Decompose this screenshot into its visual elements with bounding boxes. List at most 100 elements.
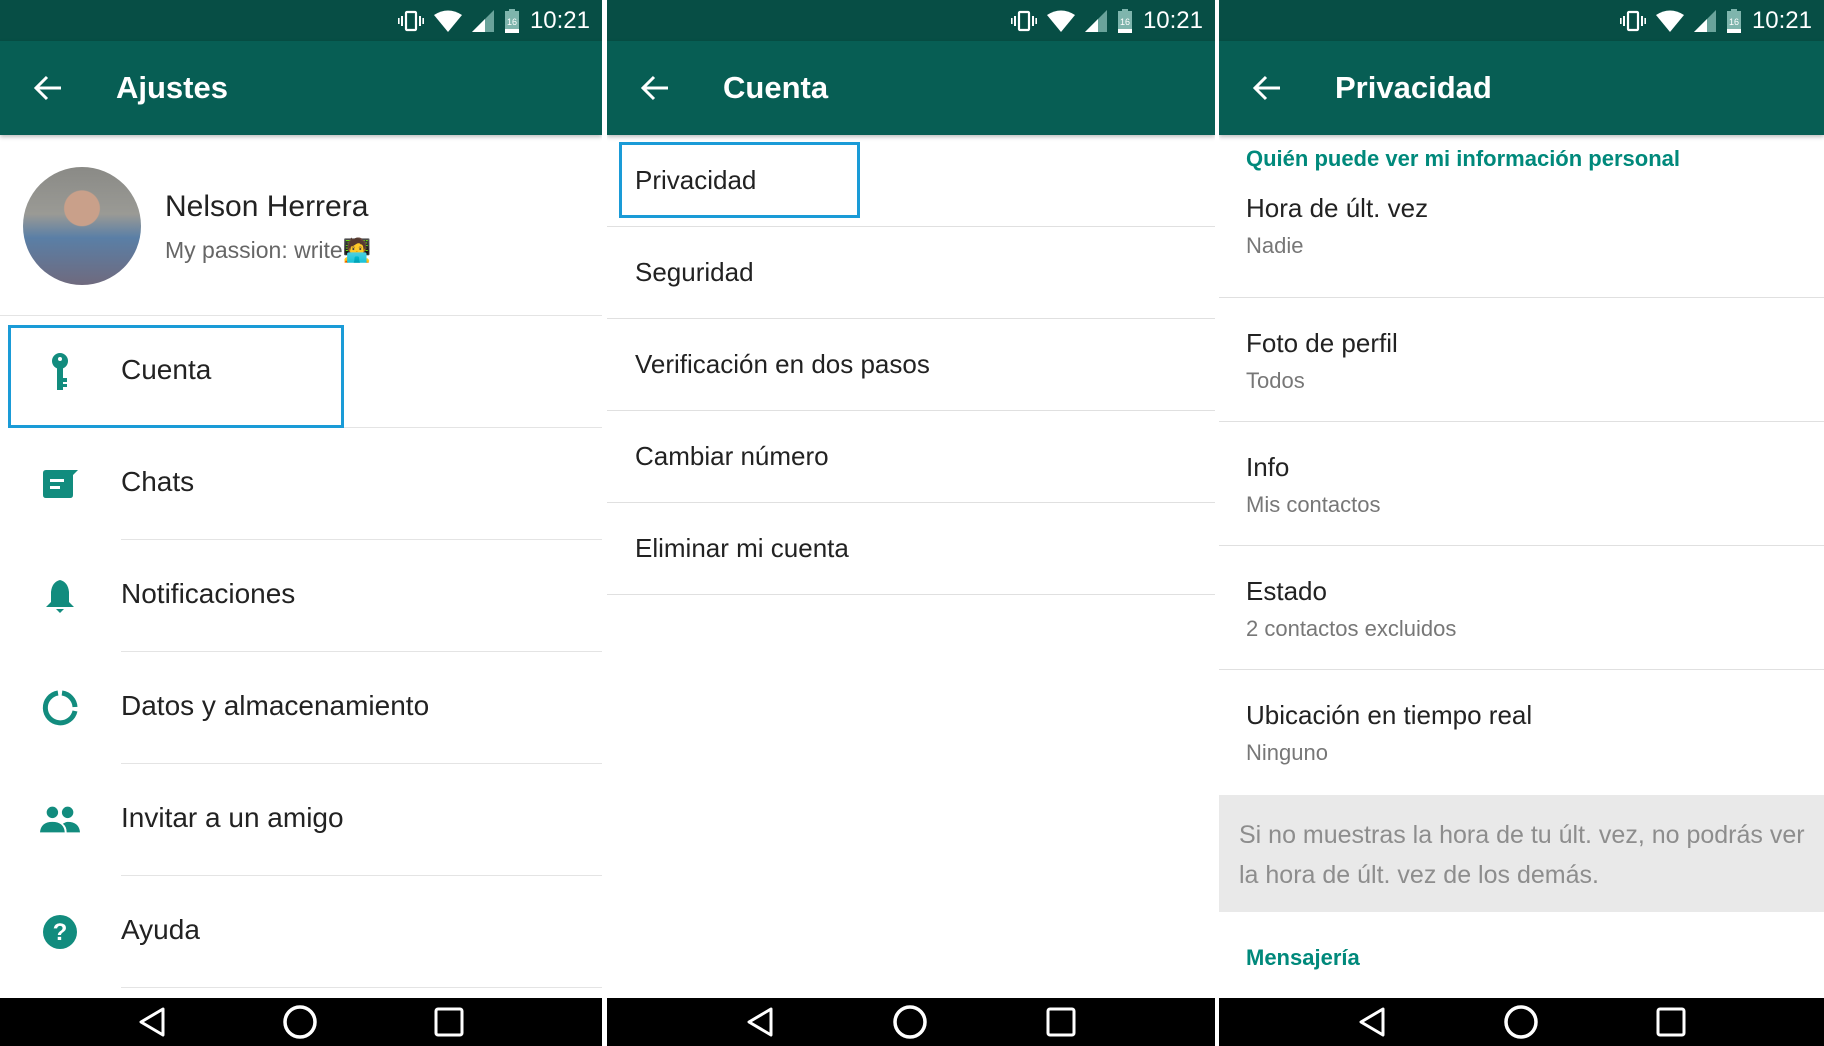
item-label: Invitar a un amigo bbox=[121, 802, 344, 833]
people-icon bbox=[40, 800, 80, 840]
divider bbox=[121, 987, 602, 988]
cuenta-screen: 16 10:21 Cuenta Privacidad Seguridad Ver… bbox=[607, 0, 1215, 1046]
nav-back-icon[interactable] bbox=[138, 1006, 166, 1038]
nav-bar bbox=[0, 998, 602, 1046]
clock: 10:21 bbox=[1142, 6, 1203, 34]
emoji: 🧑‍💻 bbox=[342, 237, 372, 263]
section-header-mensajeria: Mensajería bbox=[1246, 945, 1360, 970]
page-title: Ajustes bbox=[116, 70, 228, 105]
settings-item-notificaciones[interactable]: Notificaciones bbox=[0, 540, 602, 652]
profile-name: Nelson Herrera bbox=[165, 190, 369, 223]
nav-home-icon[interactable] bbox=[282, 1004, 318, 1040]
item-label: Datos y almacenamiento bbox=[121, 690, 430, 721]
vibrate-icon bbox=[1619, 10, 1646, 31]
signal-icon bbox=[471, 9, 494, 32]
privacy-item-ultima-vez[interactable]: Hora de últ. vez Nadie bbox=[1219, 175, 1824, 298]
data-usage-icon bbox=[40, 688, 80, 728]
nav-bar bbox=[1219, 998, 1824, 1046]
profile-header[interactable]: Nelson Herrera My passion: write🧑‍💻 bbox=[0, 135, 602, 316]
item-label: Cuenta bbox=[121, 354, 212, 385]
item-label: Notificaciones bbox=[121, 578, 296, 609]
nav-recents-icon[interactable] bbox=[434, 1007, 464, 1037]
section-header: Quién puede ver mi información personal bbox=[1246, 146, 1680, 171]
privacidad-screen: 16 10:21 Privacidad Quién puede ver mi i… bbox=[1219, 0, 1824, 1046]
back-button[interactable] bbox=[637, 70, 673, 106]
privacy-item-info[interactable]: Info Mis contactos bbox=[1219, 422, 1824, 546]
vibrate-icon bbox=[1010, 10, 1037, 31]
item-title: Foto de perfil bbox=[1246, 328, 1398, 358]
item-label: Privacidad bbox=[635, 165, 757, 195]
arrow-back-icon bbox=[33, 75, 61, 101]
cuenta-item-eliminar[interactable]: Eliminar mi cuenta bbox=[607, 503, 1215, 595]
svg-text:?: ? bbox=[53, 919, 68, 946]
toolbar: Ajustes bbox=[0, 41, 602, 135]
status-bar: 16 10:21 bbox=[0, 0, 602, 41]
back-button[interactable] bbox=[1249, 70, 1285, 106]
nav-home-icon[interactable] bbox=[892, 1004, 928, 1040]
profile-status: My passion: write🧑‍💻 bbox=[165, 237, 371, 264]
page-title: Cuenta bbox=[723, 70, 829, 105]
clock: 10:21 bbox=[1751, 6, 1812, 34]
item-label: Seguridad bbox=[635, 257, 754, 287]
toolbar: Privacidad bbox=[1219, 41, 1824, 135]
arrow-back-icon bbox=[1252, 75, 1280, 101]
signal-icon bbox=[1693, 9, 1716, 32]
item-label: Ayuda bbox=[121, 914, 200, 945]
settings-item-invitar[interactable]: Invitar a un amigo bbox=[0, 764, 602, 876]
privacy-item-estado[interactable]: Estado 2 contactos excluidos bbox=[1219, 546, 1824, 670]
status-bar: 16 10:21 bbox=[607, 0, 1215, 41]
key-icon bbox=[40, 352, 80, 392]
nav-back-icon[interactable] bbox=[746, 1006, 774, 1038]
svg-text:16: 16 bbox=[507, 17, 517, 27]
cuenta-item-seguridad[interactable]: Seguridad bbox=[607, 227, 1215, 319]
ajustes-screen: 16 10:21 Ajustes Nelson Herrera My passi… bbox=[0, 0, 602, 1046]
item-value: Ninguno bbox=[1246, 740, 1328, 765]
svg-text:16: 16 bbox=[1120, 17, 1130, 27]
back-button[interactable] bbox=[30, 70, 66, 106]
vibrate-icon bbox=[397, 10, 424, 31]
bell-icon bbox=[40, 576, 80, 616]
battery-icon: 16 bbox=[1726, 8, 1741, 33]
help-icon: ? bbox=[40, 912, 80, 952]
item-value: Todos bbox=[1246, 368, 1305, 393]
wifi-icon bbox=[1046, 10, 1075, 32]
chat-icon bbox=[40, 464, 80, 504]
settings-item-ayuda[interactable]: ? Ayuda bbox=[0, 876, 602, 988]
item-title: Hora de últ. vez bbox=[1246, 193, 1429, 223]
item-title: Estado bbox=[1246, 576, 1327, 606]
nav-home-icon[interactable] bbox=[1503, 1004, 1539, 1040]
cuenta-item-cambiar-numero[interactable]: Cambiar número bbox=[607, 411, 1215, 503]
privacy-item-ubicacion[interactable]: Ubicación en tiempo real Ninguno bbox=[1219, 670, 1824, 794]
avatar[interactable] bbox=[23, 167, 141, 285]
svg-text:16: 16 bbox=[1729, 17, 1739, 27]
settings-item-datos[interactable]: Datos y almacenamiento bbox=[0, 652, 602, 764]
item-label: Chats bbox=[121, 466, 195, 497]
page-title: Privacidad bbox=[1335, 70, 1492, 105]
nav-recents-icon[interactable] bbox=[1046, 1007, 1076, 1037]
wifi-icon bbox=[1655, 10, 1684, 32]
privacy-item-foto[interactable]: Foto de perfil Todos bbox=[1219, 298, 1824, 422]
wifi-icon bbox=[433, 10, 462, 32]
item-label: Verificación en dos pasos bbox=[635, 349, 930, 379]
settings-item-cuenta[interactable]: Cuenta bbox=[0, 316, 602, 428]
item-value: 2 contactos excluidos bbox=[1246, 616, 1457, 641]
battery-icon: 16 bbox=[504, 8, 519, 33]
nav-back-icon[interactable] bbox=[1358, 1006, 1386, 1038]
clock: 10:21 bbox=[529, 6, 590, 34]
cuenta-item-privacidad[interactable]: Privacidad bbox=[607, 135, 1215, 227]
item-label: Eliminar mi cuenta bbox=[635, 533, 849, 563]
item-label: Cambiar número bbox=[635, 441, 829, 471]
item-value: Mis contactos bbox=[1246, 492, 1381, 517]
profile-status-text: My passion: write bbox=[165, 237, 343, 263]
item-value: Nadie bbox=[1246, 233, 1304, 258]
settings-item-chats[interactable]: Chats bbox=[0, 428, 602, 540]
status-bar: 16 10:21 bbox=[1219, 0, 1824, 41]
arrow-back-icon bbox=[640, 75, 668, 101]
item-title: Info bbox=[1246, 452, 1290, 482]
toolbar: Cuenta bbox=[607, 41, 1215, 135]
signal-icon bbox=[1084, 9, 1107, 32]
cuenta-item-verificacion[interactable]: Verificación en dos pasos bbox=[607, 319, 1215, 411]
item-title: Ubicación en tiempo real bbox=[1246, 700, 1533, 730]
battery-icon: 16 bbox=[1117, 8, 1132, 33]
nav-recents-icon[interactable] bbox=[1656, 1007, 1686, 1037]
